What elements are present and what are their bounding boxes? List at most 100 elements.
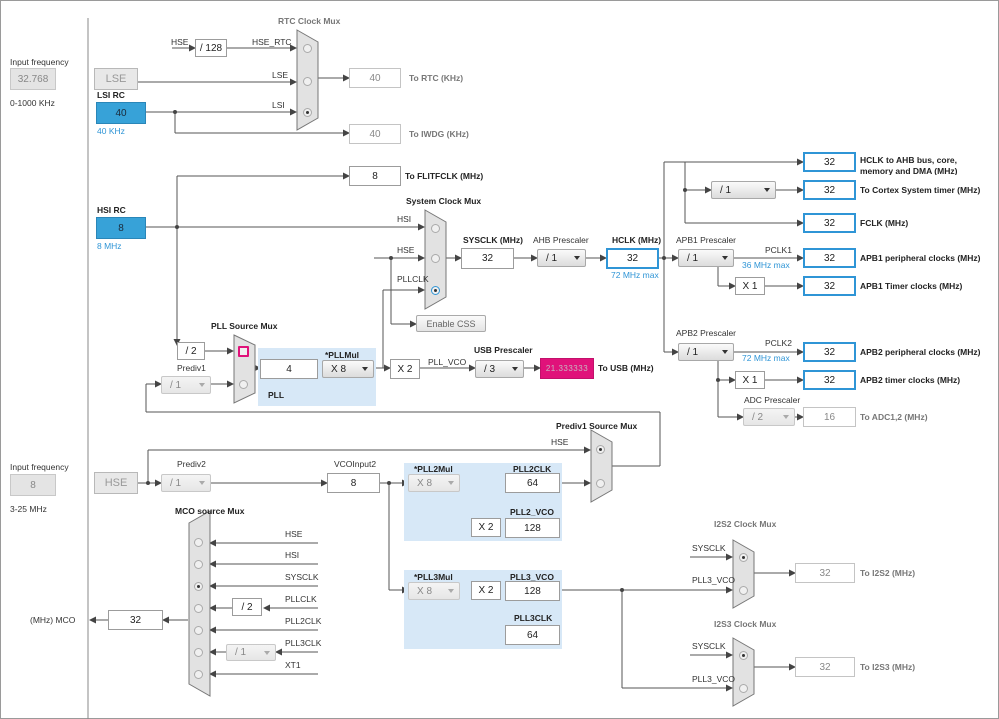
chevron-down-icon <box>783 415 789 419</box>
rtc-radio-hse[interactable] <box>303 44 312 53</box>
sysmux-radio-pllclk[interactable] <box>431 286 440 295</box>
usb-value[interactable]: 21.333333 <box>540 358 594 379</box>
mco-mux-title: MCO source Mux <box>175 506 245 516</box>
adc-prescaler-label: ADC Prescaler <box>744 395 801 405</box>
pllmul-select[interactable]: X 8 <box>322 360 374 378</box>
chevron-down-icon <box>199 481 205 485</box>
output-apb1-periph-value[interactable]: 32 <box>803 248 856 268</box>
apb2-prescaler-select[interactable]: / 1 <box>678 343 734 361</box>
pll-x2: X 2 <box>390 359 420 379</box>
mco-radio-hse[interactable] <box>194 538 203 547</box>
pclk1-label: PCLK1 <box>765 245 792 255</box>
chevron-down-icon <box>199 383 205 387</box>
chevron-down-icon <box>574 256 580 260</box>
hclk-label: HCLK (MHz) <box>612 235 662 245</box>
pll3clk-label: PLL3CLK <box>514 613 553 623</box>
apb1-prescaler-value: / 1 <box>687 252 699 264</box>
pll-source-radio-hsi[interactable] <box>238 346 249 357</box>
adc-prescaler-select[interactable]: / 2 <box>743 408 795 426</box>
hse-range: 3-25 MHz <box>10 504 47 514</box>
usb-prescaler-select[interactable]: / 3 <box>475 360 524 378</box>
pll3clk-value: 64 <box>505 625 560 645</box>
hclk-input[interactable]: 32 <box>606 248 659 269</box>
output-hclk-ahb-dest: HCLK to AHB bus, core, <box>860 155 957 165</box>
usb-prescaler-value: / 3 <box>484 363 496 375</box>
lsi-frequency: 40 KHz <box>97 126 125 136</box>
enable-css-button[interactable]: Enable CSS <box>416 315 486 332</box>
i2s2-radio-sysclk[interactable] <box>739 553 748 562</box>
pll2-vco-value: 128 <box>505 518 560 538</box>
mco-radio-sysclk[interactable] <box>194 582 203 591</box>
cortex-divider-value: / 1 <box>720 184 732 196</box>
prediv1-mux-radio-hse[interactable] <box>596 445 605 454</box>
mco-hse-label: HSE <box>285 529 303 539</box>
hse-source[interactable]: HSE <box>94 472 138 494</box>
pll-source-radio-prediv[interactable] <box>239 380 248 389</box>
i2s2-destination: To I2S2 (MHz) <box>860 568 916 578</box>
output-adc-value: 16 <box>803 407 856 427</box>
output-cortex-value[interactable]: 32 <box>803 180 856 200</box>
lse-range: 0-1000 KHz <box>10 98 55 108</box>
pll3-vco-value: 128 <box>505 581 560 601</box>
mco-radio-pll3clk[interactable] <box>194 648 203 657</box>
apb1-timer-multiplier: X 1 <box>735 277 765 295</box>
output-hclk-ahb-value[interactable]: 32 <box>803 152 856 172</box>
pll2-vco-label: PLL2_VCO <box>510 507 554 517</box>
i2s3-radio-pll3vco[interactable] <box>739 684 748 693</box>
mco-radio-pllclk[interactable] <box>194 604 203 613</box>
sysmux-radio-hse[interactable] <box>431 254 440 263</box>
mco-radio-pll2clk[interactable] <box>194 626 203 635</box>
prediv1-mux-hse-label: HSE <box>551 437 569 447</box>
ahb-prescaler-label: AHB Prescaler <box>533 235 589 245</box>
chevron-down-icon <box>362 367 368 371</box>
system-mux-title: System Clock Mux <box>406 196 482 206</box>
pll2mul-value: X 8 <box>417 477 433 489</box>
output-fclk-dest: FCLK (MHz) <box>860 218 909 228</box>
rtc-hse-label: HSE <box>171 37 189 47</box>
usb-prescaler-label: USB Prescaler <box>474 345 533 355</box>
usb-destination: To USB (MHz) <box>598 363 654 373</box>
lse-source[interactable]: LSE <box>94 68 138 90</box>
sysmux-pllclk-label: PLLCLK <box>397 274 429 284</box>
rtc-radio-lse[interactable] <box>303 77 312 86</box>
hse-input-label: Input frequency <box>10 462 69 472</box>
mco-pll3-divider-value: / 1 <box>235 647 247 658</box>
output-apb1-timer-value[interactable]: 32 <box>803 276 856 296</box>
apb1-prescaler-label: APB1 Prescaler <box>676 235 736 245</box>
pll3mul-select[interactable]: X 8 <box>408 582 460 600</box>
mco-radio-xt1[interactable] <box>194 670 203 679</box>
output-apb1-periph-dest: APB1 peripheral clocks (MHz) <box>860 253 981 263</box>
vcoinput2-value: 8 <box>327 473 380 493</box>
i2s3-radio-sysclk[interactable] <box>739 651 748 660</box>
mco-pll3-divider-select[interactable]: / 1 <box>226 644 276 661</box>
rtc-mux-title: RTC Clock Mux <box>278 16 341 26</box>
hse-frequency-input[interactable]: 8 <box>10 474 56 496</box>
rtc-radio-lsi[interactable] <box>303 108 312 117</box>
pll2mul-select[interactable]: X 8 <box>408 474 460 492</box>
mco-radio-hsi[interactable] <box>194 560 203 569</box>
flitfclk-value: 8 <box>349 166 401 186</box>
iwdg-destination: To IWDG (KHz) <box>409 129 469 139</box>
rtc-value: 40 <box>349 68 401 88</box>
cortex-divider-select[interactable]: / 1 <box>711 181 776 199</box>
sysmux-radio-hsi[interactable] <box>431 224 440 233</box>
output-apb2-periph-value[interactable]: 32 <box>803 342 856 362</box>
chevron-down-icon <box>722 350 728 354</box>
i2s3-mux-title: I2S3 Clock Mux <box>714 619 777 629</box>
prediv1-select[interactable]: / 1 <box>161 376 211 394</box>
pll-vco-label: PLL_VCO <box>428 357 467 367</box>
mco-div2: / 2 <box>232 598 262 616</box>
prediv1-mux-radio-pll2[interactable] <box>596 479 605 488</box>
pllmul-label: *PLLMul <box>325 350 359 360</box>
ahb-prescaler-select[interactable]: / 1 <box>537 249 586 267</box>
output-apb2-timer-value[interactable]: 32 <box>803 370 856 390</box>
pll2clk-value: 64 <box>505 473 560 493</box>
prediv2-select[interactable]: / 1 <box>161 474 211 492</box>
mco-xt1-label: XT1 <box>285 660 301 670</box>
i2s2-radio-pll3vco[interactable] <box>739 586 748 595</box>
i2s2-value: 32 <box>795 563 855 583</box>
lse-frequency-input[interactable]: 32.768 <box>10 68 56 90</box>
sysmux-hsi-label: HSI <box>397 214 412 224</box>
apb1-prescaler-select[interactable]: / 1 <box>678 249 734 267</box>
output-fclk-value[interactable]: 32 <box>803 213 856 233</box>
